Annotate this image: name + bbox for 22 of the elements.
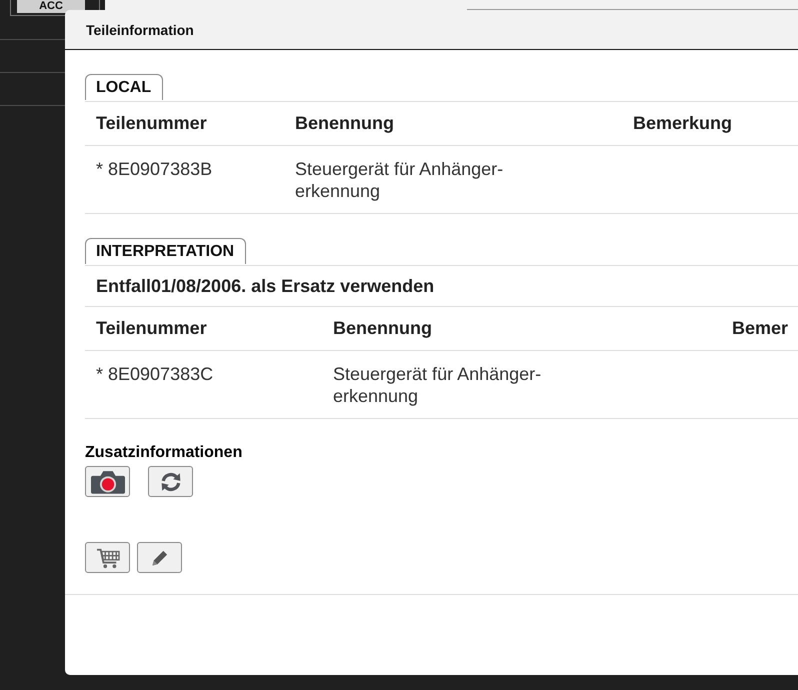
- cart-icon: [96, 546, 120, 568]
- column-header: Teilenummer: [95, 113, 207, 134]
- column-header: Teilenummer: [95, 318, 207, 339]
- section-heading: Zusatzinformationen: [85, 444, 242, 462]
- column-header: Benennung: [294, 113, 394, 134]
- column-header: Benennung: [332, 318, 432, 339]
- table-cell: * 8E0907383C: [96, 363, 214, 385]
- refresh-button[interactable]: [148, 466, 193, 497]
- cart-button[interactable]: [85, 542, 130, 573]
- table-cell-text: Steuergerät für Anhänger-erkennung: [333, 363, 542, 407]
- column-header: Bemerkung: [632, 113, 732, 134]
- replacement-note: Entfall01/08/2006. als Ersatz verwenden: [95, 276, 434, 296]
- table-cell: * 8E0907383B: [96, 158, 212, 180]
- column-header: Bemer: [731, 318, 788, 339]
- section-label: LOCAL: [85, 74, 164, 100]
- dialog-title: Teileinformation: [86, 22, 194, 38]
- table-cell-text: Steuergerät für Anhänger-erkennung: [295, 158, 504, 202]
- refresh-icon: [160, 470, 182, 492]
- section-label: INTERPRETATION: [85, 238, 246, 264]
- pencil-button[interactable]: [137, 542, 182, 573]
- camera-icon: [90, 470, 124, 494]
- camera-button[interactable]: [85, 466, 130, 497]
